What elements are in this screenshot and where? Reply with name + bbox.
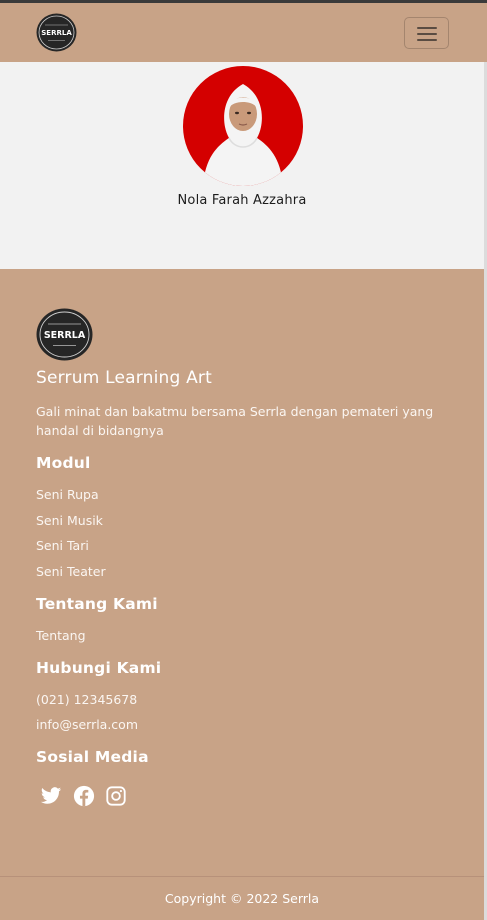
team-member-card: Nola Farah Azzahra: [0, 62, 484, 269]
contact-email[interactable]: info@serrla.com: [36, 717, 138, 732]
hamburger-icon: [417, 27, 437, 29]
hamburger-icon: [417, 39, 437, 41]
hubungi-kami-heading: Hubungi Kami: [36, 659, 162, 677]
navbar: SERRLA: [0, 3, 487, 62]
tentang-kami-heading: Tentang Kami: [36, 595, 158, 613]
copyright-text: Copyright © 2022 Serrla: [164, 891, 320, 906]
footer-brand-title: Serrum Learning Art: [36, 368, 212, 388]
footer: SERRLA Serrum Learning Art Gali minat da…: [0, 269, 484, 920]
link-seni-rupa[interactable]: Seni Rupa: [36, 487, 99, 502]
link-seni-musik[interactable]: Seni Musik: [36, 513, 103, 528]
link-tentang[interactable]: Tentang: [36, 628, 86, 643]
serrla-logo[interactable]: SERRLA: [36, 13, 77, 52]
modul-heading: Modul: [36, 454, 91, 472]
member-avatar: [183, 66, 303, 186]
sosial-media-heading: Sosial Media: [36, 748, 149, 766]
footer-logo-text: SERRLA: [44, 330, 86, 341]
hamburger-icon: [417, 33, 437, 35]
footer-divider: [0, 876, 484, 877]
contact-phone[interactable]: (021) 12345678: [36, 692, 137, 707]
link-seni-teater[interactable]: Seni Teater: [36, 564, 106, 579]
link-seni-tari[interactable]: Seni Tari: [36, 538, 89, 553]
member-name: Nola Farah Azzahra: [177, 193, 307, 208]
instagram-icon[interactable]: [105, 785, 127, 807]
footer-logo[interactable]: SERRLA: [36, 308, 93, 361]
logo-text: SERRLA: [41, 29, 72, 37]
facebook-icon[interactable]: [73, 785, 95, 807]
twitter-icon[interactable]: [40, 785, 62, 807]
menu-toggle-button[interactable]: [404, 17, 449, 49]
footer-tagline: Gali minat dan bakatmu bersama Serrla de…: [36, 404, 434, 438]
